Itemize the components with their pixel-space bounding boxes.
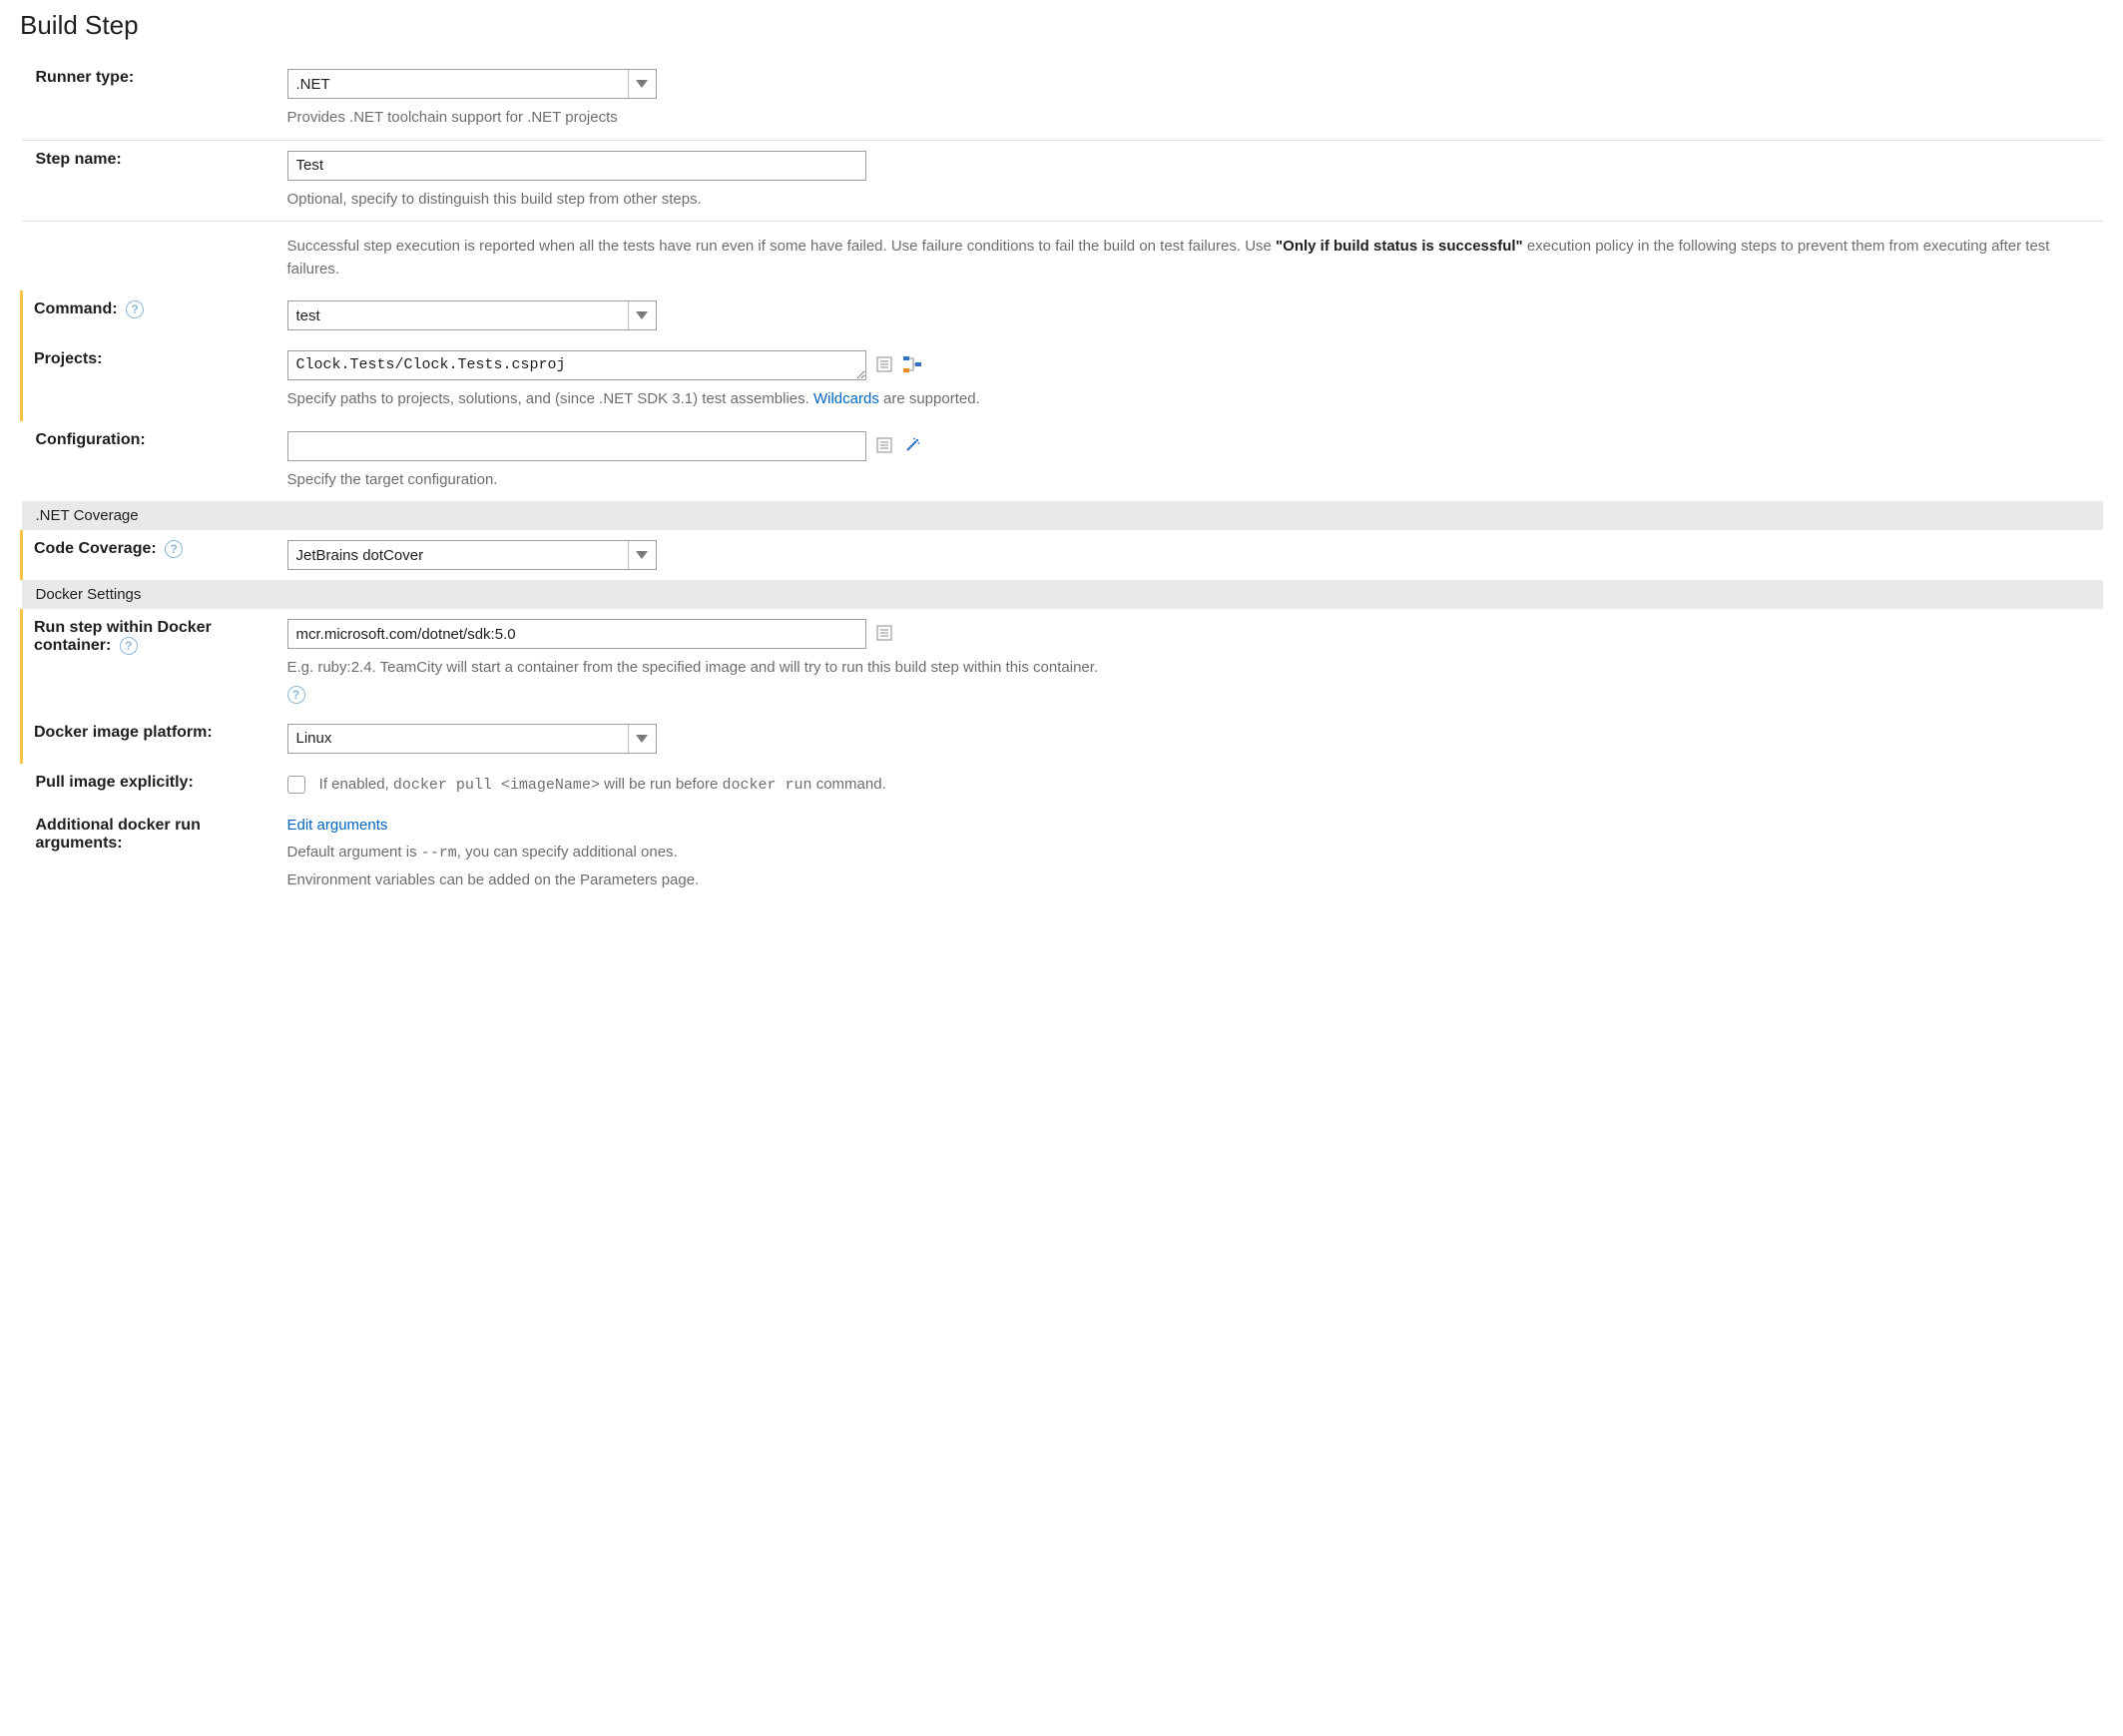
command-label: Command: xyxy=(34,300,118,317)
help-icon[interactable]: ? xyxy=(165,540,183,558)
page-title: Build Step xyxy=(20,10,2103,41)
list-icon[interactable] xyxy=(874,354,894,374)
help-icon[interactable]: ? xyxy=(120,637,138,655)
step-name-label: Step name: xyxy=(22,141,287,222)
help-icon[interactable]: ? xyxy=(287,686,305,704)
projects-label: Projects: xyxy=(22,340,287,421)
docker-args-label-l1: Additional docker run xyxy=(36,817,201,834)
section-header-docker: Docker Settings xyxy=(22,580,2104,609)
projects-input[interactable] xyxy=(287,350,866,380)
pull-image-label: Pull image explicitly: xyxy=(22,764,287,808)
tree-picker-icon[interactable] xyxy=(902,354,922,374)
edit-arguments-link[interactable]: Edit arguments xyxy=(287,817,388,834)
docker-args-help1: Default argument is --rm, you can specif… xyxy=(287,842,2094,866)
pull-image-help: If enabled, docker pull <imageName> will… xyxy=(319,776,886,793)
wand-icon[interactable] xyxy=(902,435,922,455)
docker-args-label-l2: arguments: xyxy=(36,835,123,852)
configuration-help: Specify the target configuration. xyxy=(287,469,2094,492)
build-step-form: Runner type: .NET Provides .NET toolchai… xyxy=(20,59,2103,901)
docker-container-label-l2: container: xyxy=(34,637,111,654)
configuration-input[interactable] xyxy=(287,431,866,461)
projects-help: Specify paths to projects, solutions, an… xyxy=(287,388,2094,411)
wildcards-link[interactable]: Wildcards xyxy=(813,390,879,407)
step-name-help: Optional, specify to distinguish this bu… xyxy=(287,189,2094,212)
pull-image-checkbox[interactable] xyxy=(287,776,305,794)
configuration-label: Configuration: xyxy=(22,421,287,502)
docker-container-label-l1: Run step within Docker xyxy=(34,619,212,636)
step-name-input[interactable] xyxy=(287,151,866,181)
section-header-coverage: .NET Coverage xyxy=(22,501,2104,530)
command-select[interactable]: test xyxy=(287,300,657,330)
runner-type-label: Runner type: xyxy=(22,59,287,140)
execution-info-note: Successful step execution is reported wh… xyxy=(287,236,2094,281)
list-icon[interactable] xyxy=(874,435,894,455)
docker-args-help2: Environment variables can be added on th… xyxy=(287,869,2094,892)
docker-platform-select[interactable]: Linux xyxy=(287,724,657,754)
code-coverage-select[interactable]: JetBrains dotCover xyxy=(287,540,657,570)
runner-type-select[interactable]: .NET xyxy=(287,69,657,99)
help-icon[interactable]: ? xyxy=(126,300,144,318)
docker-container-input[interactable] xyxy=(287,619,866,649)
list-icon[interactable] xyxy=(874,623,894,643)
docker-platform-label: Docker image platform: xyxy=(22,714,287,764)
code-coverage-label: Code Coverage: xyxy=(34,540,157,557)
docker-container-help: E.g. ruby:2.4. TeamCity will start a con… xyxy=(287,657,2094,704)
runner-type-help: Provides .NET toolchain support for .NET… xyxy=(287,107,2094,130)
